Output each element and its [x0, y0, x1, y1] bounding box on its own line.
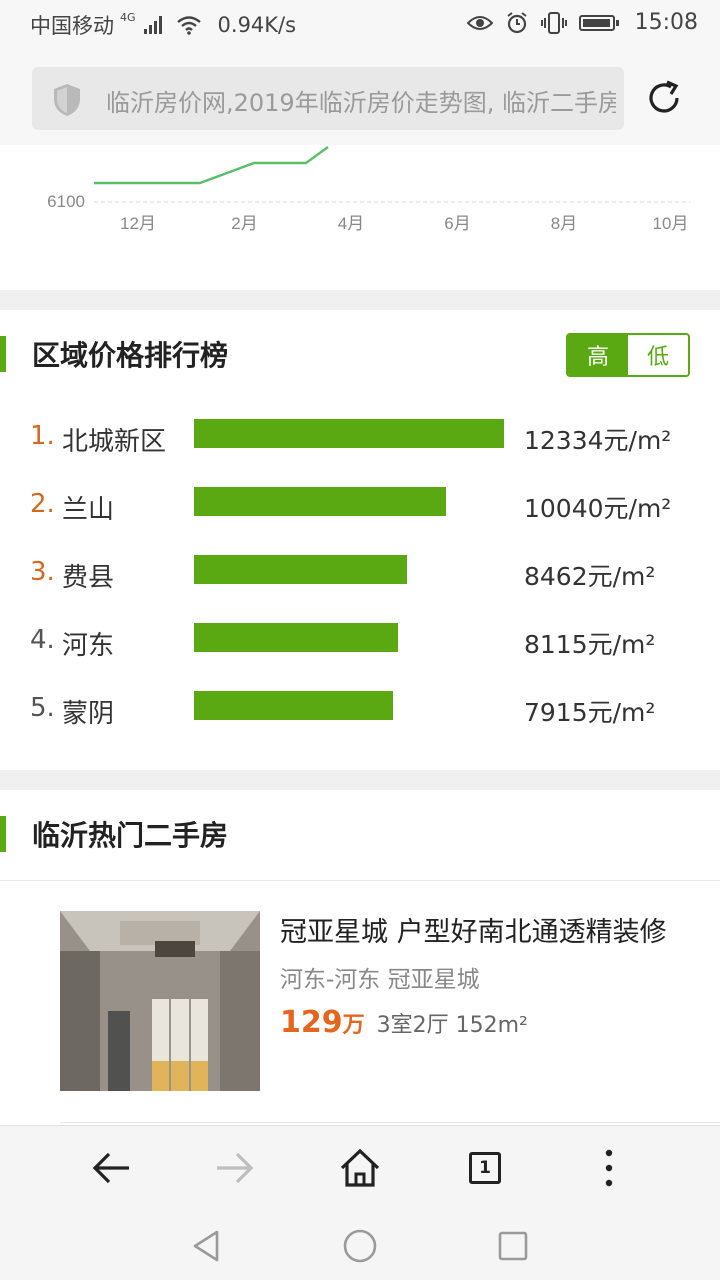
url-field[interactable]: 临沂房价网,2019年临沂房价走势图, 临沂二手房 [32, 67, 624, 130]
trend-line [94, 146, 329, 185]
section-divider [0, 290, 720, 310]
alarm-icon [506, 11, 527, 33]
home-button[interactable] [335, 1146, 385, 1190]
more-vertical-icon [605, 1149, 613, 1187]
rank-number: 2. [30, 489, 55, 519]
district-name: 北城新区 [62, 427, 167, 457]
status-bar: 中国移动 4G 0.94K/s 15:08 [0, 0, 720, 50]
price-bar [194, 623, 398, 652]
toggle-high[interactable]: 高 [568, 335, 628, 375]
rank-number: 1. [30, 421, 55, 451]
x-tick-label: 12月 [120, 214, 156, 233]
shield-icon [54, 84, 80, 116]
price-trend-chart: 6100 12月 2月 4月 6月 8月 10月 [0, 145, 720, 290]
address-bar: 临沂房价网,2019年临沂房价走势图, 临沂二手房 [0, 50, 720, 145]
nav-back-button[interactable] [184, 1224, 228, 1268]
ranking-row[interactable]: 4. 河东 8115元/m² [0, 623, 720, 663]
network-type: 4G [120, 10, 136, 24]
tabs-button[interactable]: 1 [460, 1146, 510, 1190]
net-speed: 0.94K/s [217, 13, 297, 37]
listing-title[interactable]: 冠亚星城 户型好南北通透精装修 [280, 910, 700, 949]
district-name: 蒙阴 [62, 699, 115, 729]
forward-arrow-icon [217, 1152, 254, 1184]
rank-number: 5. [30, 693, 55, 723]
clock-time: 15:08 [634, 10, 698, 35]
district-name: 河东 [62, 631, 115, 661]
section-accent [0, 336, 6, 372]
menu-button[interactable] [584, 1146, 634, 1190]
district-name: 费县 [62, 563, 115, 593]
y-tick-label: 6100 [47, 192, 85, 211]
price-per-sqm: 8115元/m² [524, 630, 656, 659]
reload-icon[interactable] [643, 77, 685, 119]
price-bar [194, 555, 407, 584]
price-bar [194, 487, 446, 516]
square-recents-icon [498, 1231, 528, 1261]
triangle-back-icon [193, 1230, 219, 1262]
signal-icon [143, 16, 162, 34]
toggle-low[interactable]: 低 [628, 335, 688, 375]
price-per-sqm: 8462元/m² [524, 562, 656, 591]
listing-price-unit: 万 [342, 1013, 365, 1038]
price-per-sqm: 12334元/m² [524, 426, 672, 455]
ranking-row[interactable]: 1. 北城新区 12334元/m² [0, 419, 720, 459]
listing-price: 129 [280, 1005, 343, 1040]
divider [60, 1122, 720, 1123]
ranking-row[interactable]: 5. 蒙阴 7915元/m² [0, 691, 720, 731]
rank-number: 4. [30, 625, 55, 655]
back-arrow-icon [92, 1152, 129, 1184]
ranking-row[interactable]: 2. 兰山 10040元/m² [0, 487, 720, 527]
x-tick-label: 2月 [231, 214, 257, 233]
price-per-sqm: 7915元/m² [524, 698, 656, 727]
x-tick-label: 6月 [444, 214, 470, 233]
battery-icon [578, 14, 619, 31]
price-bar [194, 419, 504, 448]
wifi-icon [176, 16, 201, 35]
sort-toggle[interactable]: 高 低 [566, 333, 690, 377]
eye-icon [466, 15, 493, 30]
nav-recents-button[interactable] [491, 1224, 535, 1268]
forward-button[interactable] [210, 1146, 260, 1190]
back-button[interactable] [86, 1146, 136, 1190]
url-text: 临沂房价网,2019年临沂房价走势图, 临沂二手房 [106, 89, 616, 117]
section-accent [0, 816, 6, 852]
listing-photo[interactable] [60, 911, 260, 1091]
x-tick-label: 4月 [338, 214, 364, 233]
browser-toolbar: 1 [0, 1125, 720, 1211]
listing-price-row: 129 万 3室2厅 152m² [280, 1005, 528, 1040]
ranking-row[interactable]: 3. 费县 8462元/m² [0, 555, 720, 595]
vibrate-icon [540, 11, 567, 34]
hot-listings-title: 临沂热门二手房 [32, 819, 229, 852]
ranking-title: 区域价格排行榜 [32, 339, 229, 372]
price-bar [194, 691, 393, 720]
x-tick-label: 10月 [653, 214, 689, 233]
rank-number: 3. [30, 557, 55, 587]
divider [0, 880, 720, 881]
listing-info: 3室2厅 152m² [376, 1013, 528, 1038]
district-name: 兰山 [62, 495, 115, 525]
tab-count-icon: 1 [469, 1152, 501, 1184]
carrier-name: 中国移动 [30, 14, 114, 38]
nav-home-button[interactable] [338, 1224, 382, 1268]
x-tick-label: 8月 [551, 214, 577, 233]
system-nav-bar [0, 1210, 720, 1280]
listing-location: 河东-河东 冠亚星城 [280, 967, 480, 993]
price-per-sqm: 10040元/m² [524, 494, 672, 523]
circle-home-icon [343, 1229, 377, 1263]
section-divider [0, 770, 720, 790]
home-icon [340, 1148, 380, 1187]
